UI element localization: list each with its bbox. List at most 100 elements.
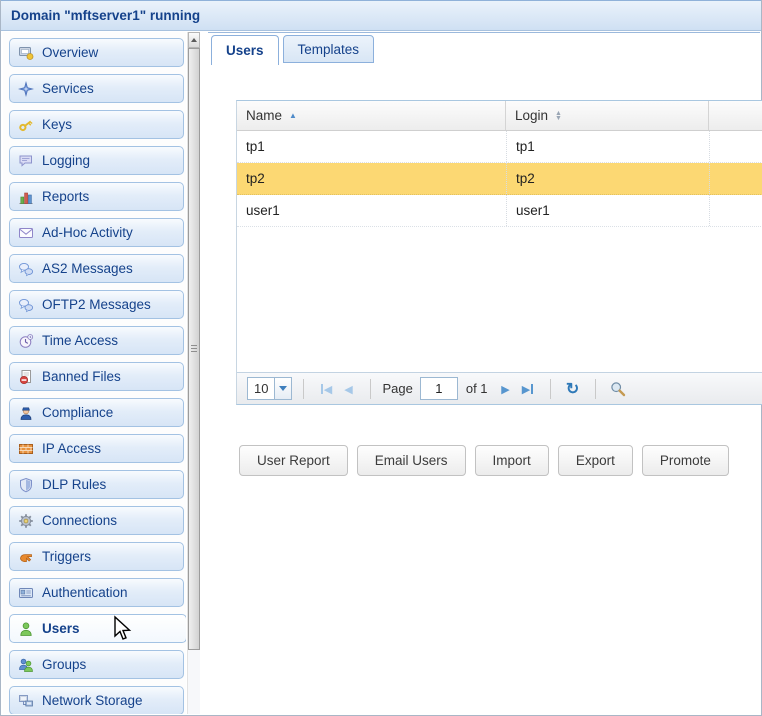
app-window: Domain "mftserver1" running Overview Ser… bbox=[0, 0, 762, 716]
button-label: Import bbox=[493, 453, 531, 468]
id-card-icon bbox=[18, 585, 34, 601]
main-panel: Users Templates Name Login tp1 tp1 bbox=[208, 32, 760, 714]
sidebar-item-banned-files[interactable]: Banned Files bbox=[9, 362, 184, 391]
scrollbar-thumb[interactable] bbox=[188, 48, 200, 650]
chevron-down-icon bbox=[279, 386, 287, 391]
button-label: User Report bbox=[257, 453, 330, 468]
cell-name: user1 bbox=[237, 195, 506, 226]
column-label: Name bbox=[246, 108, 282, 123]
sidebar-item-label: Reports bbox=[42, 189, 89, 204]
cell-name: tp1 bbox=[237, 131, 506, 162]
cell-empty bbox=[709, 163, 762, 194]
table-row[interactable]: user1 user1 bbox=[237, 195, 762, 227]
page-of-label: of 1 bbox=[466, 381, 488, 396]
column-label: Login bbox=[515, 108, 548, 123]
sidebar-item-dlp-rules[interactable]: DLP Rules bbox=[9, 470, 184, 499]
last-page-icon bbox=[522, 381, 530, 396]
sidebar-item-overview[interactable]: Overview bbox=[9, 38, 184, 67]
table-row-selected[interactable]: tp2 tp2 bbox=[237, 163, 762, 195]
toolbar-separator bbox=[550, 379, 551, 399]
sidebar-item-users[interactable]: Users bbox=[9, 614, 186, 643]
network-icon bbox=[18, 693, 34, 709]
search-button[interactable] bbox=[607, 378, 629, 400]
sidebar-item-label: Time Access bbox=[42, 333, 118, 348]
user-report-button[interactable]: User Report bbox=[239, 445, 348, 476]
overview-icon bbox=[18, 45, 34, 61]
export-button[interactable]: Export bbox=[558, 445, 633, 476]
sidebar-item-label: Banned Files bbox=[42, 369, 121, 384]
sidebar-item-label: Keys bbox=[42, 117, 72, 132]
tab-templates[interactable]: Templates bbox=[283, 35, 375, 63]
sidebar-item-services[interactable]: Services bbox=[9, 74, 184, 103]
sidebar-item-ip-access[interactable]: IP Access bbox=[9, 434, 184, 463]
window-title: Domain "mftserver1" running bbox=[11, 8, 200, 23]
tab-users[interactable]: Users bbox=[211, 35, 279, 65]
sidebar-item-label: Services bbox=[42, 81, 94, 96]
next-page-button[interactable] bbox=[495, 378, 517, 400]
column-header-empty bbox=[709, 101, 762, 130]
users-grid: Name Login tp1 tp1 tp2 tp2 user bbox=[236, 100, 762, 405]
table-row[interactable]: tp1 tp1 bbox=[237, 131, 762, 163]
import-button[interactable]: Import bbox=[475, 445, 549, 476]
last-page-icon bbox=[531, 384, 533, 394]
speech-bubble-icon bbox=[18, 153, 34, 169]
refresh-button[interactable] bbox=[562, 378, 584, 400]
sidebar-item-logging[interactable]: Logging bbox=[9, 146, 184, 175]
sidebar-item-label: Network Storage bbox=[42, 693, 143, 708]
grid-header: Name Login bbox=[237, 101, 762, 131]
scrollbar-grip-icon bbox=[191, 345, 197, 353]
sidebar-item-network-storage[interactable]: Network Storage bbox=[9, 686, 184, 714]
sidebar-scrollbar[interactable] bbox=[187, 32, 200, 714]
sidebar-item-keys[interactable]: Keys bbox=[9, 110, 184, 139]
sidebar-item-authentication[interactable]: Authentication bbox=[9, 578, 184, 607]
select-dropdown-button[interactable] bbox=[274, 378, 291, 399]
paging-toolbar: 10 Page of 1 bbox=[237, 372, 762, 404]
column-header-name[interactable]: Name bbox=[237, 101, 506, 130]
sidebar-item-label: AS2 Messages bbox=[42, 261, 133, 276]
refresh-icon bbox=[566, 379, 579, 399]
column-header-login[interactable]: Login bbox=[506, 101, 709, 130]
next-page-icon bbox=[501, 381, 509, 396]
last-page-button[interactable] bbox=[517, 378, 539, 400]
page-size-value: 10 bbox=[248, 378, 274, 399]
email-users-button[interactable]: Email Users bbox=[357, 445, 466, 476]
sort-asc-icon bbox=[289, 112, 297, 120]
sidebar-item-label: DLP Rules bbox=[42, 477, 106, 492]
sort-both-icon bbox=[555, 111, 562, 121]
first-page-icon bbox=[321, 384, 323, 394]
clock-icon bbox=[18, 333, 34, 349]
sidebar-item-label: Groups bbox=[42, 657, 86, 672]
sidebar-item-groups[interactable]: Groups bbox=[9, 650, 184, 679]
page-number-input[interactable] bbox=[420, 377, 458, 400]
page-size-select[interactable]: 10 bbox=[247, 377, 292, 400]
shield-icon bbox=[18, 477, 34, 493]
sidebar-item-label: IP Access bbox=[42, 441, 101, 456]
cell-login: tp2 bbox=[506, 163, 709, 194]
sidebar-item-connections[interactable]: Connections bbox=[9, 506, 184, 535]
sidebar-item-as2-messages[interactable]: AS2 Messages bbox=[9, 254, 184, 283]
window-titlebar: Domain "mftserver1" running bbox=[1, 0, 761, 31]
sidebar-item-adhoc-activity[interactable]: Ad-Hoc Activity bbox=[9, 218, 184, 247]
sidebar-item-compliance[interactable]: Compliance bbox=[9, 398, 184, 427]
page-label: Page bbox=[382, 381, 412, 396]
sidebar-item-time-access[interactable]: Time Access bbox=[9, 326, 184, 355]
action-button-bar: User Report Email Users Import Export Pr… bbox=[239, 445, 729, 476]
first-page-icon bbox=[324, 381, 332, 396]
sidebar-item-label: Ad-Hoc Activity bbox=[42, 225, 133, 240]
cell-empty bbox=[709, 131, 762, 162]
first-page-button[interactable] bbox=[315, 378, 337, 400]
tab-label: Users bbox=[226, 43, 264, 58]
promote-button[interactable]: Promote bbox=[642, 445, 729, 476]
sidebar-item-triggers[interactable]: Triggers bbox=[9, 542, 184, 571]
sidebar-item-reports[interactable]: Reports bbox=[9, 182, 184, 211]
cell-empty bbox=[709, 195, 762, 226]
scroll-up-button[interactable] bbox=[188, 32, 200, 48]
button-label: Email Users bbox=[375, 453, 448, 468]
tab-label: Templates bbox=[298, 42, 360, 57]
prev-page-button[interactable] bbox=[337, 378, 359, 400]
sidebar-item-label: Users bbox=[42, 621, 80, 636]
gear-icon bbox=[18, 513, 34, 529]
cell-login: user1 bbox=[506, 195, 709, 226]
sidebar-item-oftp2-messages[interactable]: OFTP2 Messages bbox=[9, 290, 184, 319]
key-icon bbox=[18, 117, 34, 133]
